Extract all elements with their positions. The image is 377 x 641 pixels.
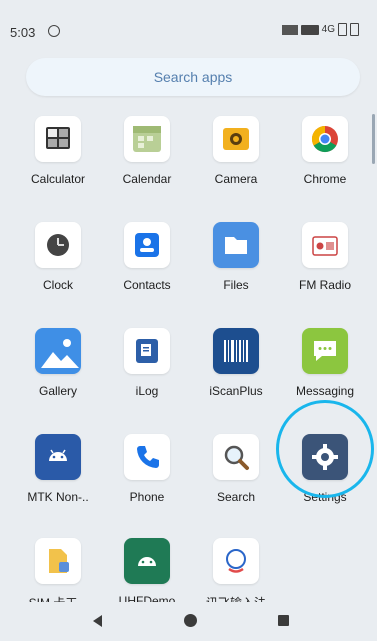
app-chrome[interactable]: Chrome	[278, 116, 372, 206]
network-type: 4G	[321, 24, 335, 35]
app-fm-radio[interactable]: FM Radio	[278, 222, 372, 312]
app-search[interactable]: Search	[189, 434, 283, 524]
status-bar: 5:03 4G	[0, 0, 377, 40]
app-label: Messaging	[295, 384, 355, 398]
keyboard-icon	[213, 538, 259, 584]
volte-icon	[300, 24, 319, 35]
app-label: iScanPlus	[209, 384, 263, 398]
app-label: Calendar	[122, 172, 172, 186]
search-apps-label: Search apps	[153, 69, 233, 85]
signal-icon	[281, 24, 298, 35]
app-clock[interactable]: Clock	[11, 222, 105, 312]
ilog-icon	[124, 328, 170, 374]
calendar-icon	[124, 116, 170, 162]
status-icons: 4G	[281, 23, 359, 36]
back-icon[interactable]	[93, 615, 102, 627]
app-phone[interactable]: Phone	[100, 434, 194, 524]
android-icon	[124, 538, 170, 584]
clock-icon	[35, 222, 81, 268]
app-label: Contacts	[123, 278, 171, 292]
app-label: Calculator	[30, 172, 86, 186]
app-contacts[interactable]: Contacts	[100, 222, 194, 312]
app-ilog[interactable]: iLog	[100, 328, 194, 418]
app-label: Clock	[42, 278, 73, 292]
sim-icon	[350, 23, 359, 36]
alarm-icon	[48, 25, 60, 37]
barcode-icon	[213, 328, 259, 374]
app-label: Gallery	[38, 384, 77, 398]
camera-icon	[213, 116, 259, 162]
battery-icon	[338, 23, 347, 36]
search-icon	[213, 434, 259, 480]
app-files[interactable]: Files	[189, 222, 283, 312]
gallery-icon	[35, 328, 81, 374]
recents-icon[interactable]	[278, 615, 289, 626]
app-label: Settings	[303, 490, 347, 504]
app-iscanplus[interactable]: iScanPlus	[189, 328, 283, 418]
navigation-bar	[0, 602, 377, 641]
app-label: iLog	[135, 384, 159, 398]
home-icon[interactable]	[184, 614, 197, 627]
app-gallery[interactable]: Gallery	[11, 328, 105, 418]
messaging-icon	[302, 328, 348, 374]
contacts-icon	[124, 222, 170, 268]
status-time: 5:03	[10, 25, 36, 40]
gear-icon	[302, 434, 348, 480]
app-settings[interactable]: Settings	[278, 434, 372, 524]
app-calendar[interactable]: Calendar	[100, 116, 194, 206]
app-mtk-non[interactable]: MTK Non-..	[11, 434, 105, 524]
app-label: Files	[223, 278, 249, 292]
files-icon	[213, 222, 259, 268]
app-messaging[interactable]: Messaging	[278, 328, 372, 418]
search-apps-bar[interactable]: Search apps	[26, 58, 360, 96]
app-calculator[interactable]: Calculator	[11, 116, 105, 206]
app-label: Search	[216, 490, 256, 504]
sim-card-icon	[35, 538, 81, 584]
app-label: MTK Non-..	[27, 490, 89, 504]
phone-icon	[124, 434, 170, 480]
calculator-icon	[35, 116, 81, 162]
app-label: FM Radio	[298, 278, 351, 292]
scrollbar[interactable]	[372, 114, 375, 164]
app-label: Phone	[129, 490, 165, 504]
app-label: Chrome	[303, 172, 347, 186]
android-icon	[35, 434, 81, 480]
app-camera[interactable]: Camera	[189, 116, 283, 206]
chrome-icon	[302, 116, 348, 162]
app-label: Camera	[214, 172, 258, 186]
radio-icon	[302, 222, 348, 268]
